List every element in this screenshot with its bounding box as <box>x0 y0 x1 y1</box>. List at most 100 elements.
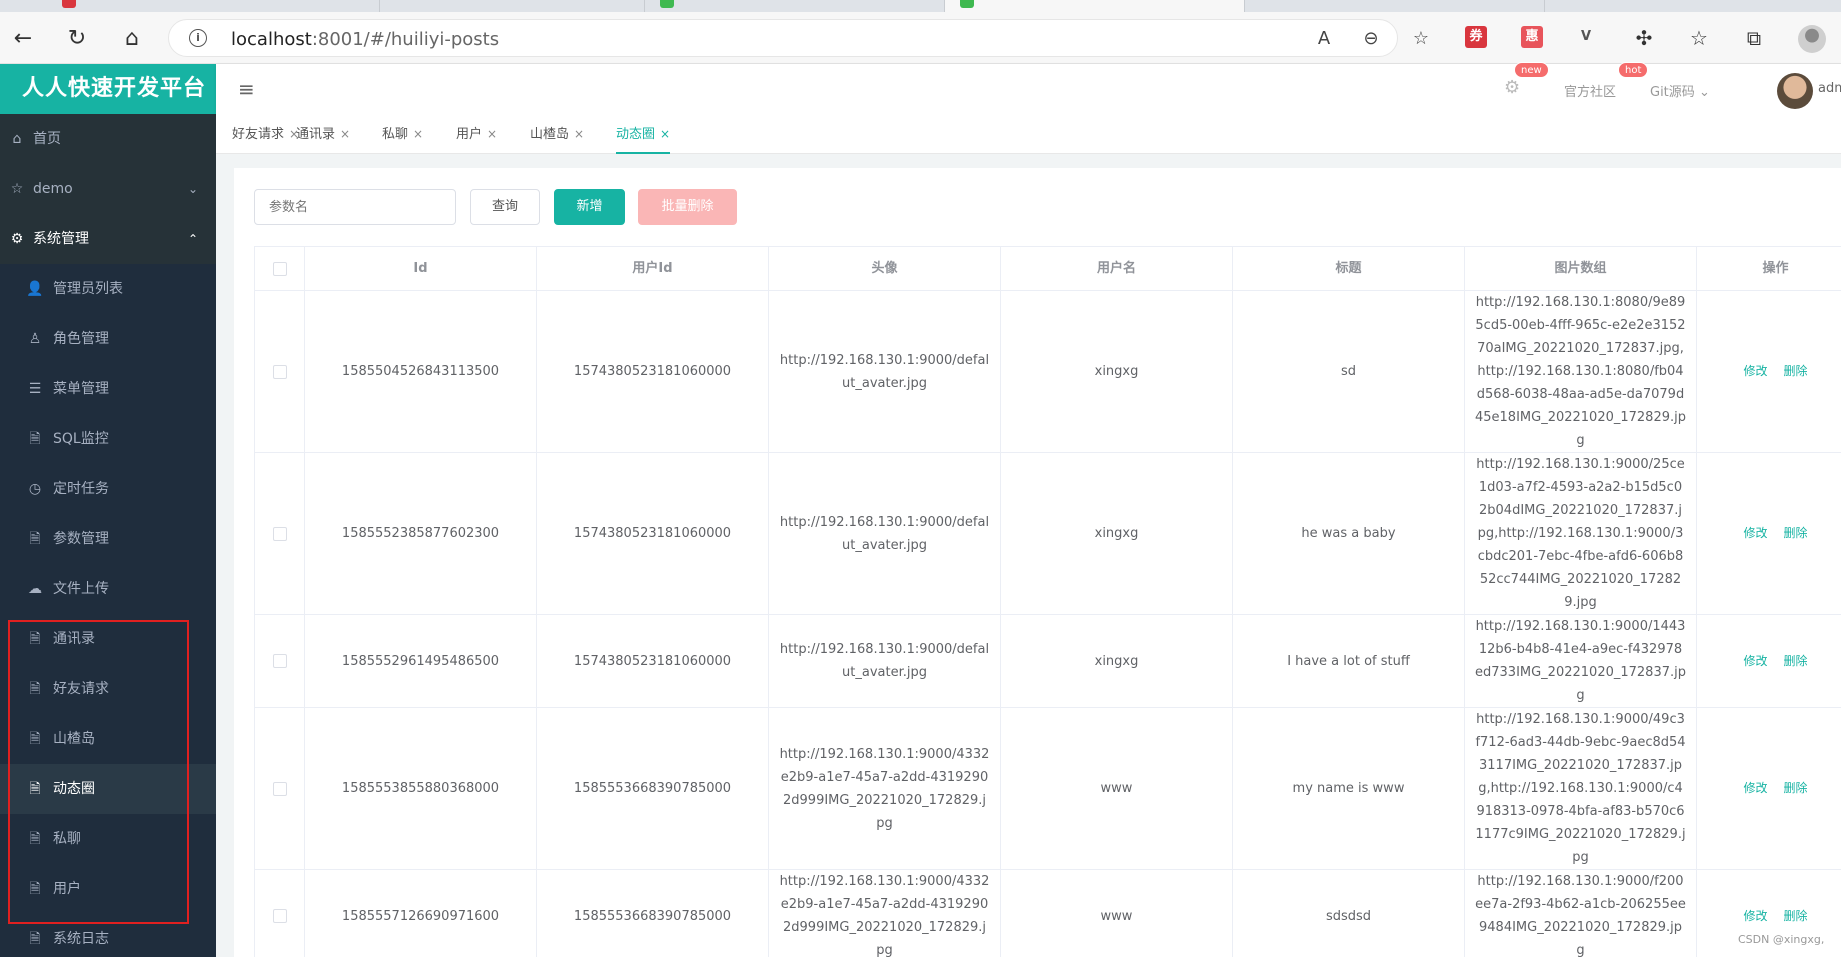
sidebar-item-system[interactable]: ⚙ 系统管理 ⌃ <box>0 214 216 264</box>
sidebar-subitem[interactable]: ☰ 菜单管理 <box>0 364 216 414</box>
query-button[interactable]: 查询 <box>470 189 540 225</box>
delete-link[interactable]: 删除 <box>1784 909 1808 923</box>
sidebar-subitem[interactable]: 🗎 用户 <box>0 864 216 914</box>
read-aloud-icon[interactable]: A <box>1312 28 1336 50</box>
delete-link[interactable]: 删除 <box>1784 526 1808 540</box>
row-select-cell[interactable] <box>254 614 305 708</box>
close-icon[interactable]: × <box>340 127 350 141</box>
edit-link[interactable]: 修改 <box>1743 781 1767 795</box>
table-row[interactable]: 1585557126690971600 1585553668390785000 ht… <box>254 869 1841 957</box>
row-checkbox[interactable] <box>272 654 287 668</box>
sidebar-subitem[interactable]: 🗎 SQL监控 <box>0 414 216 464</box>
table-body: 1585504526843113500 1574380523181060000 ht… <box>254 290 1841 957</box>
table-row[interactable]: 1585552385877602300 1574380523181060000 ht… <box>254 452 1841 615</box>
batch-delete-button[interactable]: 批量删除 <box>638 189 737 225</box>
page-tab[interactable]: 通讯录 × <box>296 114 350 154</box>
row-select-cell[interactable] <box>254 707 305 870</box>
back-arrow-icon[interactable]: ← <box>8 24 38 54</box>
sidebar-subitem[interactable]: 🗎 参数管理 <box>0 514 216 564</box>
param-name-input[interactable] <box>254 189 456 225</box>
row-checkbox[interactable] <box>272 909 287 923</box>
close-icon[interactable]: × <box>574 127 584 141</box>
sidebar-subitem[interactable]: 🗎 动态圈 <box>0 764 216 814</box>
table-row[interactable]: 1585504526843113500 1574380523181060000 ht… <box>254 290 1841 453</box>
document-icon: 🗎 <box>29 831 41 847</box>
sidebar-subitem[interactable]: ♙ 角色管理 <box>0 314 216 364</box>
sidebar-subitem[interactable]: 🗎 系统日志 <box>0 914 216 957</box>
sidebar-item-home[interactable]: ⌂ 首页 <box>0 114 216 164</box>
select-all-cell[interactable] <box>254 246 305 291</box>
role-icon: ♙ <box>28 331 42 347</box>
extensions-puzzle-icon[interactable]: ✣ <box>1630 24 1658 52</box>
close-icon[interactable]: × <box>487 127 497 141</box>
browser-tab[interactable] <box>645 0 945 12</box>
page-tab[interactable]: 用户 × <box>456 114 497 154</box>
favorites-icon[interactable]: ☆ <box>1685 24 1713 52</box>
coupon-extension-icon[interactable]: 券 <box>1465 26 1487 48</box>
sidebar-subitem[interactable]: 🗎 通讯录 <box>0 614 216 664</box>
sidebar-item-demo[interactable]: ☆ demo ⌄ <box>0 164 216 214</box>
row-checkbox[interactable] <box>272 781 287 796</box>
git-source-dropdown[interactable]: Git源码 ⌄ <box>1650 81 1710 100</box>
column-header-actions: 操作 <box>1696 246 1841 291</box>
select-all-checkbox[interactable] <box>272 261 287 276</box>
row-checkbox[interactable] <box>272 364 287 379</box>
url-text[interactable]: localhost:8001/#/huiliyi-posts <box>231 29 499 50</box>
browser-tab-active[interactable] <box>945 0 1245 12</box>
sidebar-subitem[interactable]: ☁ 文件上传 <box>0 564 216 614</box>
zoom-out-icon[interactable]: ⊖ <box>1359 28 1383 50</box>
community-link[interactable]: 官方社区 <box>1564 81 1616 100</box>
edit-link[interactable]: 修改 <box>1743 364 1767 378</box>
page-tab[interactable]: 动态圈 × <box>616 114 671 154</box>
delete-link[interactable]: 删除 <box>1784 654 1808 668</box>
edit-link[interactable]: 修改 <box>1743 654 1767 668</box>
browser-tab[interactable] <box>1245 0 1545 12</box>
row-select-cell[interactable] <box>254 290 305 453</box>
column-header-id[interactable]: Id <box>304 246 537 291</box>
favorite-add-icon[interactable]: ☆ <box>1409 28 1433 50</box>
column-header-user-id[interactable]: 用户Id <box>536 246 769 291</box>
menu-toggle-icon[interactable]: ≡ <box>238 77 258 101</box>
cell-id: 1585552385877602300 <box>304 452 537 615</box>
table-row[interactable]: 1585552961495486500 1574380523181060000 ht… <box>254 614 1841 708</box>
reload-icon[interactable]: ↻ <box>62 24 92 54</box>
column-header-images[interactable]: 图片数组 <box>1464 246 1697 291</box>
row-checkbox[interactable] <box>272 526 287 541</box>
browser-tab[interactable] <box>380 0 645 12</box>
collections-icon[interactable]: ⧉ <box>1740 24 1768 52</box>
delete-link[interactable]: 删除 <box>1784 781 1808 795</box>
edit-link[interactable]: 修改 <box>1743 526 1767 540</box>
sidebar-subitem[interactable]: 🗎 山楂岛 <box>0 714 216 764</box>
table-row[interactable]: 1585553855880368000 1585553668390785000 ht… <box>254 707 1841 870</box>
page-tab[interactable]: 山楂岛 × <box>530 114 584 154</box>
row-select-cell[interactable] <box>254 452 305 615</box>
add-button[interactable]: 新增 <box>554 189 625 225</box>
sidebar-subitem[interactable]: ◷ 定时任务 <box>0 464 216 514</box>
column-header-avatar[interactable]: 头像 <box>768 246 1001 291</box>
page-tab[interactable]: 私聊 × <box>382 114 423 154</box>
column-header-username[interactable]: 用户名 <box>1000 246 1233 291</box>
brand-logo[interactable]: 人人快速开发平台 <box>0 64 216 114</box>
username[interactable]: adm <box>1818 81 1841 96</box>
site-info-icon[interactable]: i <box>189 29 207 47</box>
browser-tab[interactable] <box>0 0 380 12</box>
address-bar[interactable]: i localhost:8001/#/huiliyi-posts A ⊖ ☆ <box>168 19 1429 57</box>
settings-gear-icon[interactable]: ⚙ <box>1504 78 1524 98</box>
profile-avatar[interactable] <box>1798 25 1826 53</box>
delete-link[interactable]: 删除 <box>1784 364 1808 378</box>
avatar[interactable] <box>1777 73 1813 109</box>
page-tab[interactable]: 好友请求 × <box>232 114 299 154</box>
sidebar-subitem[interactable]: 🗎 私聊 <box>0 814 216 864</box>
close-icon[interactable]: × <box>660 127 670 141</box>
row-select-cell[interactable] <box>254 869 305 957</box>
sidebar-subitem[interactable]: 👤 管理员列表 <box>0 264 216 314</box>
sidebar-subitem-label: 角色管理 <box>53 331 109 347</box>
sidebar-subitem[interactable]: 🗎 好友请求 <box>0 664 216 714</box>
cell-id: 1585552961495486500 <box>304 614 537 708</box>
close-icon[interactable]: × <box>413 127 423 141</box>
vue-devtools-icon[interactable]: V <box>1575 26 1597 48</box>
edit-link[interactable]: 修改 <box>1743 909 1767 923</box>
discount-extension-icon[interactable]: 惠 <box>1521 26 1543 48</box>
column-header-title[interactable]: 标题 <box>1232 246 1465 291</box>
home-icon[interactable]: ⌂ <box>117 24 147 54</box>
